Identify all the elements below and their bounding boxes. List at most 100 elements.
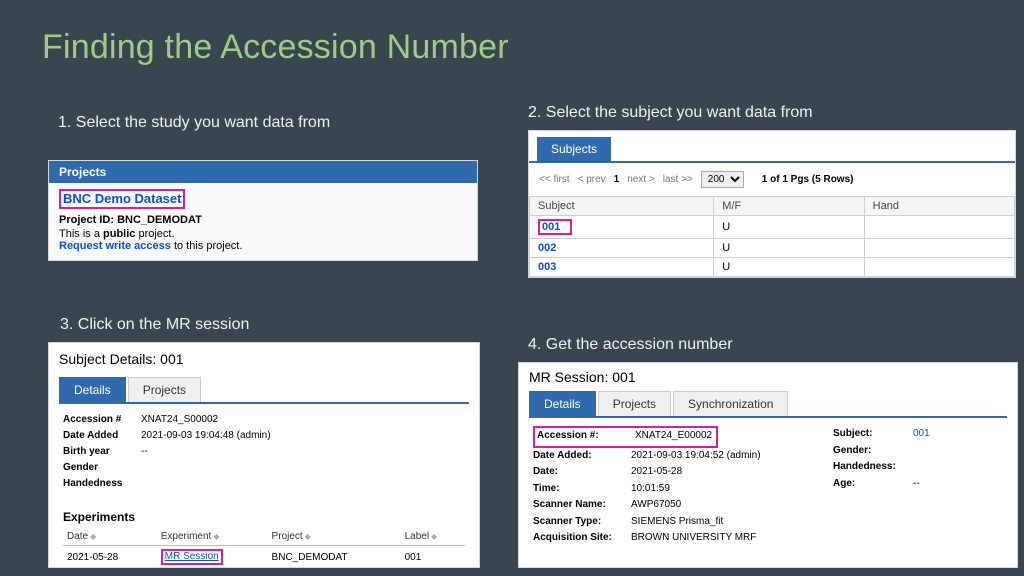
col-proj-label: Project — [272, 531, 303, 542]
tab-synchronization[interactable]: Synchronization — [673, 391, 788, 416]
k-date-added: Date Added: — [533, 448, 631, 465]
v-date: 2021-05-28 — [631, 464, 682, 481]
request-access-line: Request write access to this project. — [59, 240, 467, 252]
subject-details-panel: Subject Details: 001 Details Projects Ac… — [48, 342, 480, 568]
k-scanner-name: Scanner Name: — [533, 497, 631, 514]
project-desc: This is a public project. — [59, 228, 467, 240]
subjects-table: Subject M/F Hand 001 U 002 U 003 U — [529, 196, 1015, 277]
cell-hand — [864, 216, 1014, 239]
step-1-caption: 1. Select the study you want data from — [58, 114, 330, 132]
mr-col-left: Accession #: XNAT24_E00002 Date Added:20… — [533, 426, 833, 547]
cell-mf: U — [714, 239, 864, 258]
project-id: Project ID: BNC_DEMODAT — [59, 214, 467, 226]
sort-icon: ◆ — [305, 532, 311, 541]
pager-current: 1 — [614, 174, 620, 185]
project-desc-post: project. — [135, 228, 174, 240]
step-2-caption: 2. Select the subject you want data from — [528, 104, 813, 122]
col-exp-label: Experiment — [161, 531, 212, 542]
pager-prev[interactable]: < prev — [578, 174, 606, 185]
subject-tabs: Details Projects — [59, 377, 469, 404]
cell-mf: U — [714, 258, 864, 277]
table-row: 002 U — [530, 239, 1015, 258]
k-handedness: Handedness — [63, 476, 141, 492]
subjects-pager: << first < prev 1 next > last >> 200 1 o… — [529, 161, 1015, 196]
project-link[interactable]: BNC Demo Dataset — [59, 189, 185, 209]
request-access-post: to this project. — [171, 240, 243, 252]
tab-details[interactable]: Details — [59, 377, 126, 402]
accession-highlight: Accession #: XNAT24_E00002 — [533, 426, 718, 448]
exp-label: 001 — [401, 546, 465, 569]
col-label-label: Label — [405, 531, 429, 542]
col-project[interactable]: Project◆ — [268, 528, 401, 546]
pager-last[interactable]: last >> — [663, 174, 693, 185]
k-scanner-type: Scanner Type: — [533, 514, 631, 531]
k-date: Date: — [533, 464, 631, 481]
projects-panel: Projects BNC Demo Dataset Project ID: BN… — [48, 160, 478, 261]
k-date-added: Date Added — [63, 428, 141, 444]
v-scanner-type: SIEMENS Prisma_fit — [631, 514, 723, 531]
mr-session-title: MR Session: 001 — [519, 363, 1017, 387]
subject-kv: Accession #XNAT24_S00002 Date Added2021-… — [63, 412, 465, 492]
step-3-caption: 3. Click on the MR session — [60, 316, 249, 334]
v-accession: XNAT24_S00002 — [141, 412, 218, 428]
step-4-caption: 4. Get the accession number — [528, 336, 733, 354]
request-access-link[interactable]: Request write access — [59, 240, 171, 252]
col-hand[interactable]: Hand — [864, 197, 1014, 216]
sort-icon: ◆ — [90, 532, 96, 541]
col-date-label: Date — [67, 531, 88, 542]
v-acq-site: BROWN UNIVERSITY MRF — [631, 530, 756, 547]
k-age: Age: — [833, 476, 913, 493]
tab-details[interactable]: Details — [529, 391, 596, 416]
projects-header: Projects — [49, 161, 477, 183]
table-row: 2021-05-28 MR Session BNC_DEMODAT 001 — [63, 546, 465, 569]
v-time: 10:01:59 — [631, 481, 670, 498]
k-handedness: Handedness: — [833, 459, 913, 476]
sort-icon: ◆ — [431, 532, 437, 541]
subjects-panel: Subjects << first < prev 1 next > last >… — [528, 130, 1016, 278]
k-birth-year: Birth year — [63, 444, 141, 460]
k-gender: Gender — [63, 460, 141, 476]
k-accession: Accession # — [63, 412, 141, 428]
cell-mf: U — [714, 216, 864, 239]
table-row: 003 U — [530, 258, 1015, 277]
pager-summary: 1 of 1 Pgs (5 Rows) — [762, 174, 854, 185]
v-age: -- — [913, 476, 920, 493]
k-gender: Gender: — [833, 443, 913, 460]
tab-projects[interactable]: Projects — [128, 377, 201, 402]
exp-project: BNC_DEMODAT — [268, 546, 401, 569]
k-time: Time: — [533, 481, 631, 498]
col-experiment[interactable]: Experiment◆ — [157, 528, 268, 546]
v-scanner-name: AWP67050 — [631, 497, 681, 514]
k-subject: Subject: — [833, 426, 913, 443]
slide-title: Finding the Accession Number — [42, 28, 509, 67]
subject-details-title: Subject Details: 001 — [49, 343, 479, 371]
pager-first[interactable]: << first — [539, 174, 570, 185]
v-subject-link[interactable]: 001 — [913, 426, 930, 443]
subject-link-002[interactable]: 002 — [538, 242, 556, 254]
project-desc-bold: public — [103, 228, 135, 240]
subject-link-003[interactable]: 003 — [538, 261, 556, 273]
mr-session-link[interactable]: MR Session — [161, 549, 223, 565]
v-birth-year: -- — [141, 444, 148, 460]
experiments-heading: Experiments — [63, 510, 465, 524]
col-date[interactable]: Date◆ — [63, 528, 157, 546]
subjects-tab[interactable]: Subjects — [537, 137, 611, 161]
experiments-table: Date◆ Experiment◆ Project◆ Label◆ 2021-0… — [63, 528, 465, 568]
sort-icon: ◆ — [213, 532, 219, 541]
cell-hand — [864, 239, 1014, 258]
v-accession: XNAT24_E00002 — [635, 428, 712, 445]
table-header-row: Date◆ Experiment◆ Project◆ Label◆ — [63, 528, 465, 546]
subject-link-001[interactable]: 001 — [538, 219, 572, 235]
cell-hand — [864, 258, 1014, 277]
col-label[interactable]: Label◆ — [401, 528, 465, 546]
project-desc-pre: This is a — [59, 228, 103, 240]
exp-date: 2021-05-28 — [63, 546, 157, 569]
page-size-select[interactable]: 200 — [701, 171, 744, 188]
table-header-row: Subject M/F Hand — [530, 197, 1015, 216]
col-mf[interactable]: M/F — [714, 197, 864, 216]
k-accession: Accession #: — [537, 428, 635, 445]
col-subject[interactable]: Subject — [530, 197, 714, 216]
pager-next[interactable]: next > — [627, 174, 655, 185]
tab-projects[interactable]: Projects — [598, 391, 671, 416]
v-date-added: 2021-09-03 19:04:48 (admin) — [141, 428, 271, 444]
